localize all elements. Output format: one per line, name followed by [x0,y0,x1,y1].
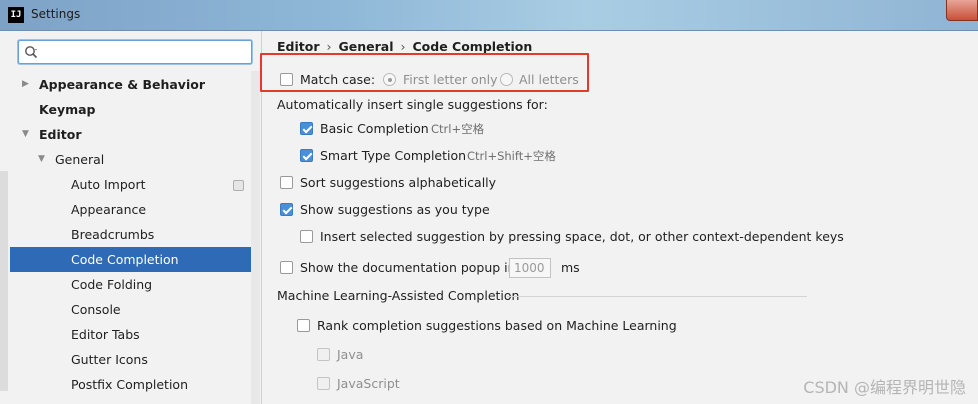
collapse-arrow-icon[interactable]: ▼ [38,147,45,172]
breadcrumb-separator: › [400,39,406,54]
watermark: CSDN @编程界明世隐 [803,378,966,397]
breadcrumb-general[interactable]: General [339,39,394,54]
ml-section-title: Machine Learning-Assisted Completion [277,288,520,303]
close-button[interactable] [946,0,978,21]
collapse-arrow-icon[interactable]: ▼ [22,122,29,147]
sort-alphabetically-checkbox[interactable] [280,176,293,189]
settings-tree-panel: ▶ Appearance & Behavior Keymap ▼ Editor … [0,31,262,404]
tree-item-label: Editor Tabs [71,327,140,342]
tree-item-postfix-completion[interactable]: Postfix Completion [10,372,260,397]
doc-popup-unit: ms [561,260,580,275]
rank-ml-row: Rank completion suggestions based on Mac… [297,316,717,336]
auto-insert-header-label: Automatically insert single suggestions … [277,97,548,112]
rank-ml-checkbox[interactable] [297,319,310,332]
sort-alphabetically-row: Sort suggestions alphabetically [280,173,580,193]
show-doc-popup-checkbox[interactable] [280,261,293,274]
tree-item-gutter-icons[interactable]: Gutter Icons [10,347,260,372]
tree-item-code-folding[interactable]: Code Folding [10,272,260,297]
tree-item-label: Postfix Completion [71,377,188,392]
ml-javascript-checkbox[interactable] [317,377,330,390]
tree-item-label: Breadcrumbs [71,227,155,242]
tree-item-label: Code Folding [71,277,153,292]
tree-item-general[interactable]: ▼ General [10,147,260,172]
show-as-you-type-row: Show suggestions as you type [280,200,580,220]
tree-item-label: Console [71,302,121,317]
smart-type-completion-shortcut: Ctrl+Shift+空格 [467,149,556,163]
tree-item-label: Gutter Icons [71,352,148,367]
show-doc-popup-label: Show the documentation popup in [300,260,516,275]
insert-selected-row: Insert selected suggestion by pressing s… [300,227,940,247]
smart-type-completion-row: Smart Type Completion Ctrl+Shift+空格 [300,146,620,166]
ml-java-row: Java [317,345,437,365]
ml-java-label: Java [337,347,364,362]
tree-item-editor-tabs[interactable]: Editor Tabs [10,322,260,347]
search-box[interactable] [18,40,252,64]
basic-completion-checkbox[interactable] [300,122,313,135]
smart-type-completion-label: Smart Type Completion [320,148,467,163]
intellij-app-icon: IJ [8,7,24,23]
search-icon [25,46,38,59]
window-title: Settings [31,7,81,21]
ml-javascript-row: JavaScript [317,374,457,394]
tree-item-label: Keymap [39,102,96,117]
basic-completion-label: Basic Completion [320,121,429,136]
basic-completion-row: Basic Completion Ctrl+空格 [300,119,600,139]
tree-scrollbar-left[interactable] [0,171,8,391]
tree-item-keymap[interactable]: Keymap [10,97,260,122]
rank-ml-label: Rank completion suggestions based on Mac… [317,318,677,333]
ml-javascript-label: JavaScript [337,376,400,391]
tree-scrollbar[interactable] [251,71,260,404]
tree-item-auto-import[interactable]: Auto Import [10,172,260,197]
title-bar: IJ Settings [0,0,978,31]
tree-item-appearance[interactable]: Appearance [10,197,260,222]
tree-item-breadcrumbs[interactable]: Breadcrumbs [10,222,260,247]
breadcrumb-separator: › [326,39,332,54]
breadcrumb-editor[interactable]: Editor [277,39,320,54]
search-input[interactable] [45,43,245,61]
tree-item-label: Editor [39,127,82,142]
highlight-annotation-box [260,53,589,92]
tree-item-editor[interactable]: ▼ Editor [10,122,260,147]
ml-java-checkbox[interactable] [317,348,330,361]
sort-alphabetically-label: Sort suggestions alphabetically [300,175,497,190]
doc-popup-delay-input[interactable] [509,258,551,278]
show-doc-popup-row: Show the documentation popup in ms [280,258,600,278]
show-as-you-type-label: Show suggestions as you type [300,202,490,217]
tree-item-console[interactable]: Console [10,297,260,322]
basic-completion-shortcut: Ctrl+空格 [431,122,485,136]
breadcrumb: Editor › General › Code Completion [277,39,532,54]
tree-item-label: Auto Import [71,177,146,192]
tree-item-label: Code Completion [71,252,179,267]
smart-type-completion-checkbox[interactable] [300,149,313,162]
project-scope-icon [233,180,244,191]
tree-item-label: Appearance & Behavior [39,77,205,92]
tree-item-label: Appearance [71,202,147,217]
insert-selected-checkbox[interactable] [300,230,313,243]
breadcrumb-code-completion: Code Completion [412,39,533,54]
show-as-you-type-checkbox[interactable] [280,203,293,216]
tree-item-appearance-behavior[interactable]: ▶ Appearance & Behavior [10,72,260,97]
tree-item-label: General [55,152,105,167]
section-divider [507,296,807,297]
insert-selected-label: Insert selected suggestion by pressing s… [320,229,844,244]
tree-item-code-completion[interactable]: Code Completion [10,247,260,272]
expand-arrow-icon[interactable]: ▶ [22,72,29,97]
